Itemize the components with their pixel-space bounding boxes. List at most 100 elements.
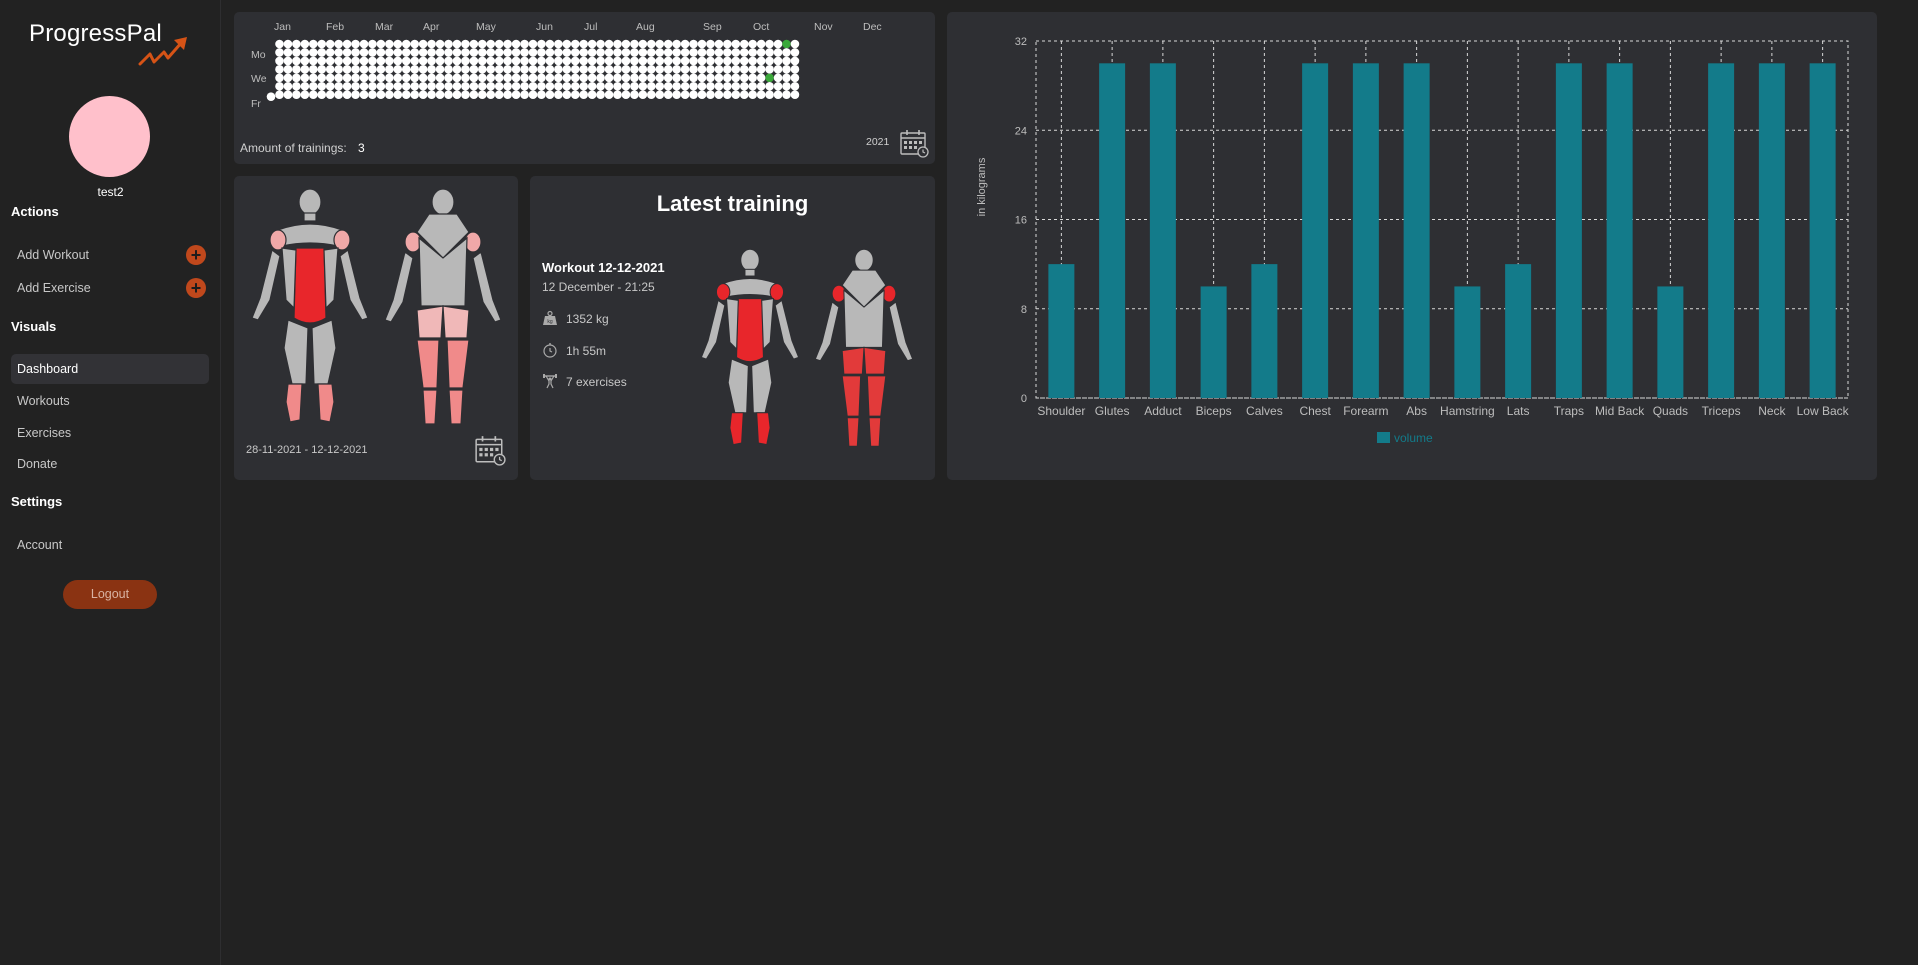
bar[interactable] [1251, 264, 1278, 398]
heatmap-day[interactable] [765, 65, 774, 74]
heatmap-day[interactable] [351, 65, 360, 74]
heatmap-day[interactable] [393, 56, 403, 66]
heatmap-day[interactable] [351, 48, 360, 57]
heatmap-day[interactable] [292, 90, 301, 99]
heatmap-day[interactable] [359, 81, 369, 91]
heatmap-day[interactable] [334, 48, 343, 57]
heatmap-day[interactable] [537, 56, 546, 66]
heatmap-day[interactable] [342, 56, 352, 66]
heatmap-day[interactable] [689, 48, 698, 57]
heatmap-day[interactable] [401, 73, 411, 83]
heatmap-day[interactable] [672, 90, 681, 99]
heatmap-day[interactable] [765, 48, 774, 57]
heatmap-day-active[interactable] [782, 39, 791, 49]
heatmap-day[interactable] [630, 81, 639, 91]
heatmap-day[interactable] [418, 65, 428, 74]
heatmap-day[interactable] [376, 48, 386, 57]
heatmap-day[interactable] [334, 39, 343, 49]
legend-swatch[interactable] [1377, 432, 1390, 443]
heatmap-day[interactable] [748, 56, 757, 66]
heatmap-day[interactable] [444, 65, 453, 74]
heatmap-day[interactable] [596, 90, 605, 99]
heatmap-day[interactable] [587, 48, 597, 57]
heatmap-day[interactable] [401, 90, 411, 99]
heatmap-day[interactable] [638, 56, 648, 66]
heatmap-day[interactable] [663, 90, 673, 99]
heatmap-day[interactable] [723, 56, 732, 66]
heatmap-day[interactable] [613, 56, 622, 66]
heatmap-day[interactable] [461, 73, 470, 83]
heatmap-day[interactable] [309, 39, 318, 49]
heatmap-day[interactable] [630, 39, 639, 49]
heatmap-day[interactable] [461, 90, 470, 99]
heatmap-day[interactable] [739, 56, 749, 66]
heatmap-day[interactable] [579, 56, 588, 66]
heatmap-day[interactable] [376, 90, 386, 99]
bar[interactable] [1352, 63, 1379, 398]
heatmap-day[interactable] [655, 39, 665, 49]
heatmap-day[interactable] [393, 65, 403, 74]
heatmap-day[interactable] [604, 39, 614, 49]
heatmap-day[interactable] [461, 65, 470, 74]
heatmap-day[interactable] [672, 56, 681, 66]
heatmap-day[interactable] [486, 73, 496, 83]
heatmap-day[interactable] [748, 65, 757, 74]
heatmap-day[interactable] [494, 90, 504, 99]
heatmap-day[interactable] [570, 65, 580, 74]
heatmap-day[interactable] [545, 65, 555, 74]
heatmap-day[interactable] [385, 56, 394, 66]
heatmap-day[interactable] [359, 48, 369, 57]
heatmap-grid[interactable] [234, 12, 935, 132]
heatmap-day[interactable] [604, 48, 614, 57]
heatmap-day[interactable] [680, 39, 690, 49]
heatmap-day[interactable] [325, 73, 335, 83]
heatmap-day[interactable] [300, 48, 310, 57]
heatmap-day[interactable] [680, 56, 690, 66]
heatmap-day[interactable] [520, 56, 529, 66]
heatmap-day[interactable] [613, 73, 622, 83]
heatmap-day[interactable] [647, 39, 656, 49]
heatmap-day[interactable] [427, 81, 436, 91]
heatmap-day[interactable] [427, 56, 436, 66]
heatmap-day[interactable] [444, 81, 453, 91]
heatmap-day[interactable] [528, 65, 538, 74]
heatmap-day[interactable] [452, 56, 462, 66]
heatmap-day[interactable] [368, 56, 377, 66]
heatmap-day[interactable] [782, 81, 791, 91]
heatmap-day[interactable] [275, 48, 284, 57]
heatmap-day[interactable] [351, 90, 360, 99]
heatmap-day[interactable] [773, 56, 783, 66]
heatmap-day[interactable] [706, 73, 715, 83]
heatmap-day[interactable] [461, 56, 470, 66]
heatmap-day[interactable] [427, 90, 436, 99]
bar[interactable] [1657, 286, 1684, 398]
heatmap-day[interactable] [494, 73, 504, 83]
heatmap-day[interactable] [461, 48, 470, 57]
heatmap-day[interactable] [300, 39, 310, 49]
heatmap-day[interactable] [309, 81, 318, 91]
heatmap-day[interactable] [511, 56, 521, 66]
heatmap-day[interactable] [537, 81, 546, 91]
heatmap-day[interactable] [739, 73, 749, 83]
heatmap-day[interactable] [672, 81, 681, 91]
heatmap-day[interactable] [545, 39, 555, 49]
heatmap-day[interactable] [342, 39, 352, 49]
heatmap-day[interactable] [478, 56, 487, 66]
bar[interactable] [1099, 63, 1126, 398]
heatmap-day[interactable] [503, 65, 512, 74]
muscle-volume-bar-chart[interactable]: 0 8 16 24 32 Shoulder Glutes Adduct Biceps Calves… [947, 12, 1877, 480]
heatmap-day[interactable] [672, 73, 681, 83]
heatmap-day[interactable] [528, 81, 538, 91]
heatmap-day[interactable] [756, 90, 766, 99]
heatmap-day[interactable] [385, 90, 394, 99]
heatmap-day[interactable] [587, 81, 597, 91]
heatmap-day[interactable] [765, 81, 774, 91]
heatmap-day[interactable] [765, 56, 774, 66]
heatmap-day[interactable] [613, 39, 622, 49]
heatmap-day[interactable] [647, 81, 656, 91]
heatmap-day[interactable] [325, 39, 335, 49]
heatmap-day[interactable] [697, 90, 707, 99]
heatmap-day[interactable] [275, 56, 284, 66]
heatmap-day[interactable] [689, 65, 698, 74]
latest-training-card[interactable]: Latest training Workout 12-12-2021 12 De… [530, 176, 935, 480]
